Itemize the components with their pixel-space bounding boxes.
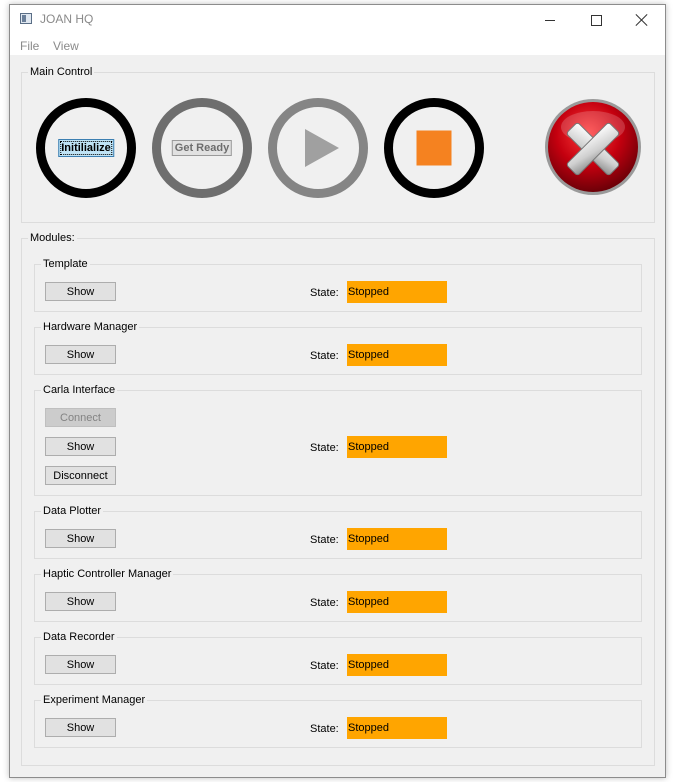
state-value: Stopped (347, 717, 447, 739)
state-value: Stopped (347, 528, 447, 550)
module-template: Template Show State: Stopped (34, 257, 642, 312)
state-value: Stopped (347, 654, 447, 676)
state-label: State: (310, 350, 339, 362)
module-title: Experiment Manager (41, 693, 148, 707)
module-data-recorder: Data Recorder Show State: Stopped (34, 630, 642, 685)
exit-button[interactable] (543, 97, 643, 197)
module-title: Data Recorder (41, 630, 117, 644)
stop-icon (416, 130, 452, 166)
state-label: State: (310, 660, 339, 672)
module-title: Carla Interface (41, 383, 118, 397)
connect-button[interactable]: Connect (45, 408, 116, 427)
menu-file[interactable]: File (20, 39, 39, 53)
maximize-button[interactable] (573, 5, 619, 35)
module-data-plotter: Data Plotter Show State: Stopped (34, 504, 642, 559)
modules-group: Modules: Template Show State: Stopped Ha… (21, 231, 655, 766)
menu-bar: File View (10, 35, 665, 55)
stop-button[interactable] (384, 98, 484, 198)
state-value: Stopped (347, 344, 447, 366)
module-hardware-manager: Hardware Manager Show State: Stopped (34, 320, 642, 375)
state-label: State: (310, 723, 339, 735)
module-experiment-manager: Experiment Manager Show State: Stopped (34, 693, 642, 748)
initialize-ring: Initilialize (36, 98, 136, 198)
state-value: Stopped (347, 436, 447, 458)
maximize-icon (590, 14, 602, 26)
state-label: State: (310, 534, 339, 546)
app-window-icon (20, 13, 32, 24)
modules-title: Modules: (28, 231, 77, 245)
main-control-group: Main Control Initilialize Get Ready (21, 65, 655, 223)
state-value: Stopped (347, 281, 447, 303)
title-bar[interactable]: JOAN HQ (10, 5, 665, 35)
minimize-button[interactable] (527, 5, 573, 35)
module-title: Hardware Manager (41, 320, 140, 334)
close-window-button[interactable] (619, 5, 665, 35)
disconnect-button[interactable]: Disconnect (45, 466, 116, 485)
get-ready-ring: Get Ready (152, 98, 252, 198)
state-label: State: (310, 287, 339, 299)
show-button[interactable]: Show (45, 655, 116, 674)
module-title: Template (41, 257, 90, 271)
main-window: JOAN HQ File View Main Control Initilial… (9, 4, 666, 778)
close-icon (636, 14, 648, 26)
show-button[interactable]: Show (45, 282, 116, 301)
module-haptic-controller-manager: Haptic Controller Manager Show State: St… (34, 567, 642, 622)
get-ready-button[interactable]: Get Ready (171, 140, 233, 156)
show-button[interactable]: Show (45, 718, 116, 737)
state-label: State: (310, 442, 339, 454)
state-label: State: (310, 597, 339, 609)
minimize-icon (545, 19, 555, 21)
module-title: Data Plotter (41, 504, 104, 518)
window-title: JOAN HQ (40, 12, 94, 26)
central-widget: Main Control Initilialize Get Ready Modu… (10, 55, 665, 777)
module-title: Haptic Controller Manager (41, 567, 174, 581)
start-button[interactable] (268, 98, 368, 198)
module-carla-interface: Carla Interface Connect Show Disconnect … (34, 383, 642, 496)
main-control-title: Main Control (28, 65, 95, 79)
play-icon (305, 129, 339, 167)
show-button[interactable]: Show (45, 437, 116, 456)
menu-view[interactable]: View (53, 39, 79, 53)
initialize-button[interactable]: Initilialize (58, 139, 114, 157)
state-value: Stopped (347, 591, 447, 613)
show-button[interactable]: Show (45, 592, 116, 611)
show-button[interactable]: Show (45, 345, 116, 364)
show-button[interactable]: Show (45, 529, 116, 548)
